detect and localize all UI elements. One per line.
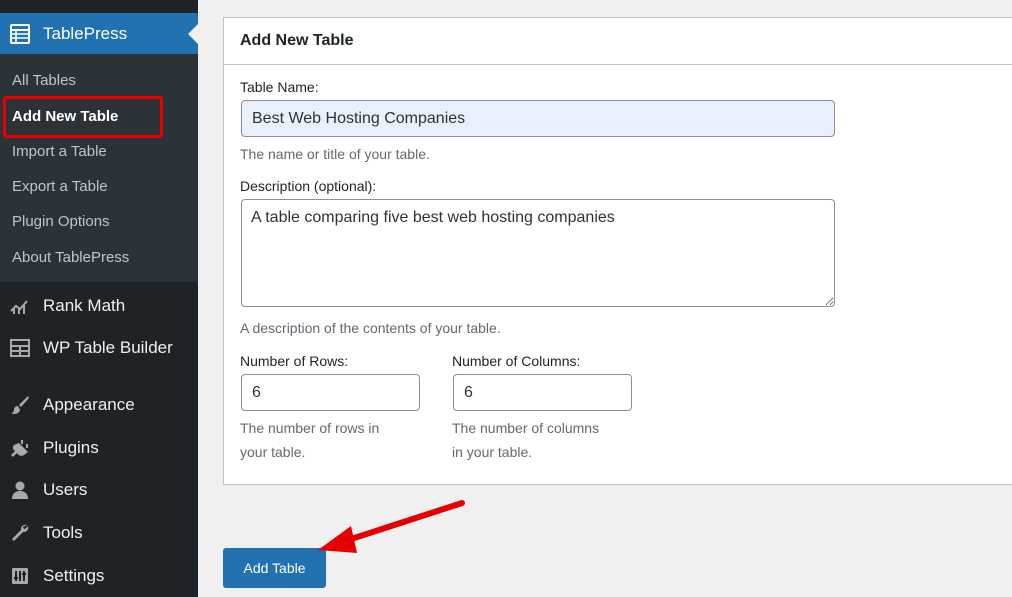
sidebar-item-plugins[interactable]: Plugins	[0, 428, 198, 468]
add-new-table-panel: Add New Table Table Name: The name or ti…	[223, 17, 1012, 485]
submenu-export-table[interactable]: Export a Table	[12, 178, 108, 195]
sidebar-item-label: Appearance	[43, 395, 135, 414]
sidebar-item-tools[interactable]: Tools	[0, 513, 198, 553]
sidebar-item-users[interactable]: Users	[0, 470, 198, 510]
rows-help-line2: your table.	[240, 444, 306, 460]
chart-icon	[9, 295, 31, 317]
rows-help-line1: The number of rows in	[240, 420, 380, 436]
sidebar-item-label: Rank Math	[43, 296, 126, 315]
table-name-input[interactable]	[241, 100, 835, 137]
submenu-import-table[interactable]: Import a Table	[12, 143, 107, 160]
sidebar-item-tablepress[interactable]: TablePress	[0, 13, 198, 54]
user-icon	[9, 479, 31, 501]
submenu-about-tablepress[interactable]: About TablePress	[12, 249, 129, 266]
sidebar-item-label: Tools	[43, 523, 83, 542]
rows-label: Number of Rows:	[240, 353, 349, 369]
sidebar-item-wp-table-builder[interactable]: WP Table Builder	[0, 328, 198, 368]
columns-help-line2: in your table.	[452, 444, 533, 460]
plug-icon	[9, 437, 31, 459]
tablepress-submenu: All Tables Add New Table Import a Table …	[0, 54, 198, 282]
submenu-plugin-options[interactable]: Plugin Options	[12, 213, 110, 230]
columns-label: Number of Columns:	[452, 353, 581, 369]
rows-input[interactable]	[241, 374, 420, 411]
admin-sidebar: TablePress All Tables Add New Table Impo…	[0, 0, 198, 597]
panel-title: Add New Table	[240, 32, 354, 49]
sidebar-item-label: Settings	[43, 566, 105, 585]
wrench-icon	[9, 522, 31, 544]
sidebar-item-rank-math[interactable]: Rank Math	[0, 286, 198, 326]
sidebar-item-label: WP Table Builder	[43, 338, 173, 357]
paintbrush-icon	[9, 394, 31, 416]
description-label: Description (optional):	[240, 178, 377, 194]
panel-header: Add New Table	[224, 18, 1012, 65]
description-help: A description of the contents of your ta…	[240, 320, 501, 336]
table-list-icon	[9, 23, 31, 45]
description-textarea[interactable]: A table comparing five best web hosting …	[241, 199, 835, 307]
sidebar-item-label: Users	[43, 480, 88, 499]
sidebar-item-label: TablePress	[43, 23, 128, 43]
columns-help-line1: The number of columns	[452, 420, 600, 436]
current-menu-arrow	[188, 24, 198, 44]
highlight-box	[3, 96, 163, 138]
table-grid-icon	[9, 337, 31, 359]
table-name-help: The name or title of your table.	[240, 146, 430, 162]
sidebar-item-appearance[interactable]: Appearance	[0, 385, 198, 425]
sidebar-item-label: Plugins	[43, 438, 99, 457]
add-table-button[interactable]: Add Table	[223, 548, 326, 588]
settings-icon	[9, 565, 31, 587]
columns-input[interactable]	[453, 374, 632, 411]
table-name-label: Table Name:	[240, 79, 319, 95]
submenu-all-tables[interactable]: All Tables	[12, 72, 76, 89]
sidebar-item-settings[interactable]: Settings	[0, 556, 198, 596]
